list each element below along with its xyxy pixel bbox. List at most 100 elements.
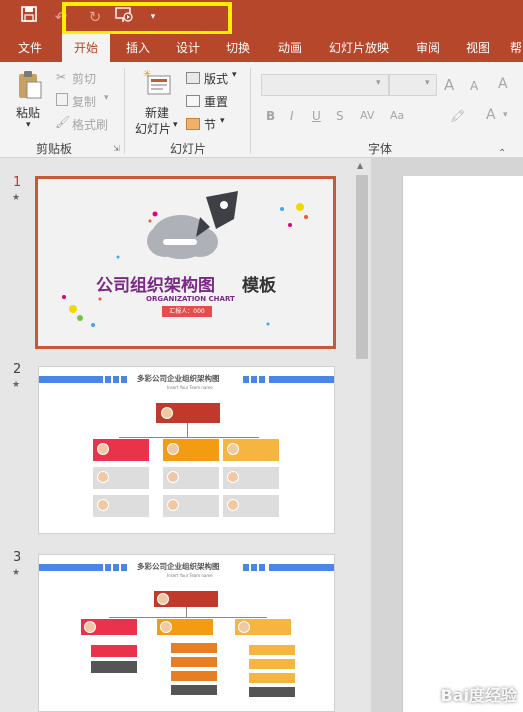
header-square <box>105 564 111 571</box>
tab-slideshow[interactable]: 幻灯片放映 <box>322 34 396 62</box>
tab-insert[interactable]: 插入 <box>116 34 160 62</box>
tab-transitions[interactable]: 切换 <box>216 34 260 62</box>
slide-number: 1 <box>13 175 22 190</box>
grow-font-button[interactable]: A <box>444 76 454 94</box>
org-subcard <box>249 645 295 655</box>
avatar <box>167 471 179 483</box>
org-subcard <box>171 643 217 653</box>
cut-button[interactable]: 剪切 <box>72 70 96 87</box>
slide1-title: 公司组织架构图 <box>96 276 215 296</box>
org-subcard <box>171 685 217 695</box>
clipboard-launcher-icon[interactable]: ⇲ <box>113 144 120 153</box>
layout-button[interactable]: 版式 <box>204 70 228 87</box>
tab-review[interactable]: 审阅 <box>406 34 450 62</box>
format-painter-button[interactable]: 格式刷 <box>72 116 108 133</box>
header-square <box>251 564 257 571</box>
header-square <box>243 564 249 571</box>
header-square <box>121 564 127 571</box>
tab-help[interactable]: 帮 <box>506 34 523 62</box>
highlight-color-icon[interactable]: 🖍 <box>450 109 465 123</box>
underline-button[interactable]: U <box>312 109 321 123</box>
format-painter-icon[interactable]: 🖌 <box>55 115 70 129</box>
svg-text:✳: ✳ <box>143 69 151 80</box>
copy-dropdown-icon[interactable]: ▾ <box>104 93 109 103</box>
avatar <box>238 621 250 633</box>
strikethrough-button[interactable]: S <box>336 109 344 123</box>
new-slide-icon[interactable]: ✳ <box>142 68 172 99</box>
font-name-combobox[interactable] <box>261 74 389 96</box>
header-square <box>121 376 127 383</box>
avatar <box>167 443 179 455</box>
new-slide-label-1[interactable]: 新建 <box>145 104 169 121</box>
org-subcard <box>249 673 295 683</box>
avatar <box>84 621 96 633</box>
section-dropdown-icon[interactable]: ▾ <box>220 116 225 126</box>
layout-icon[interactable] <box>186 72 200 84</box>
org-subcard <box>91 645 137 657</box>
font-color-button[interactable]: A <box>486 107 496 123</box>
italic-button[interactable]: I <box>290 109 294 123</box>
section-icon[interactable] <box>186 118 200 130</box>
copy-button[interactable]: 复制 <box>72 93 96 110</box>
header-square <box>251 376 257 383</box>
connector-line <box>109 617 267 618</box>
tab-file[interactable]: 文件 <box>8 34 52 62</box>
font-size-dropdown-icon[interactable]: ▾ <box>425 78 430 88</box>
shrink-font-button[interactable]: A <box>470 79 478 93</box>
save-icon[interactable] <box>18 6 40 28</box>
connector-line <box>186 607 187 617</box>
watermark: Bai度经验 <box>440 686 517 705</box>
header-square <box>113 376 119 383</box>
tab-animations[interactable]: 动画 <box>268 34 312 62</box>
transition-star-icon: ★ <box>12 193 21 203</box>
clear-format-button[interactable]: A <box>498 76 508 92</box>
slide1-title-extra: 模板 <box>242 276 276 296</box>
slide-thumbnail-1[interactable]: 公司组织架构图 模板 ORGANIZATION CHART 汇报人：000 <box>35 176 336 349</box>
reset-button[interactable]: 重置 <box>204 93 228 110</box>
avatar <box>227 471 239 483</box>
avatar <box>160 621 172 633</box>
slides-group-label: 幻灯片 <box>170 142 207 156</box>
current-slide-canvas[interactable] <box>402 176 523 712</box>
header-bar-right <box>269 376 334 383</box>
org-subcard <box>171 657 217 667</box>
cut-icon[interactable]: ✂ <box>56 70 66 84</box>
header-square <box>259 564 265 571</box>
paste-dropdown-icon[interactable]: ▾ <box>26 120 31 130</box>
avatar <box>97 499 109 511</box>
reset-icon[interactable] <box>186 95 200 107</box>
header-bar-right <box>269 564 334 571</box>
slide-number: 3 <box>13 550 22 565</box>
bold-button[interactable]: B <box>266 109 275 123</box>
header-bar-left <box>39 564 103 571</box>
tab-view[interactable]: 视图 <box>456 34 500 62</box>
tab-design[interactable]: 设计 <box>166 34 210 62</box>
clipboard-group-label: 剪贴板 <box>36 142 73 156</box>
header-square <box>105 376 111 383</box>
slide-thumbnail-3[interactable]: 多彩公司企业组织架构图 Insert Your Team name <box>38 554 335 712</box>
avatar <box>157 593 169 605</box>
scroll-up-icon[interactable]: ▲ <box>357 161 363 170</box>
new-slide-dropdown-icon[interactable]: ▾ <box>173 120 178 130</box>
paste-icon[interactable] <box>17 70 43 103</box>
section-button[interactable]: 节 <box>204 116 216 133</box>
connector-line <box>119 437 259 438</box>
change-case-icon[interactable]: Aa <box>390 109 404 122</box>
slide1-graphic <box>62 191 308 327</box>
font-name-dropdown-icon[interactable]: ▾ <box>376 78 381 88</box>
avatar <box>227 499 239 511</box>
slide1-subtitle: ORGANIZATION CHART <box>146 295 235 303</box>
ribbon-home: 粘贴 ▾ ✂ 剪切 复制 ▾ 🖌 格式刷 剪贴板 ⇲ ✳ 新建 幻灯片 ▾ 版式… <box>0 62 523 159</box>
paste-button[interactable]: 粘贴 <box>16 104 40 121</box>
new-slide-label-2[interactable]: 幻灯片 <box>135 120 171 137</box>
tab-home[interactable]: 开始 <box>62 34 110 62</box>
scrollbar-thumb[interactable] <box>356 175 368 359</box>
font-color-dropdown-icon[interactable]: ▾ <box>503 110 508 120</box>
ribbon-tabs: 文件 开始 插入 设计 切换 动画 幻灯片放映 审阅 视图 帮 <box>0 34 523 62</box>
slide-thumbnail-2[interactable]: 多彩公司企业组织架构图 Insert Your Team name <box>38 366 335 534</box>
char-spacing-icon[interactable]: AV <box>360 109 374 122</box>
layout-dropdown-icon[interactable]: ▾ <box>232 70 237 80</box>
slide-number: 2 <box>13 362 22 377</box>
copy-icon[interactable] <box>56 93 68 106</box>
org-subcard <box>91 661 137 673</box>
